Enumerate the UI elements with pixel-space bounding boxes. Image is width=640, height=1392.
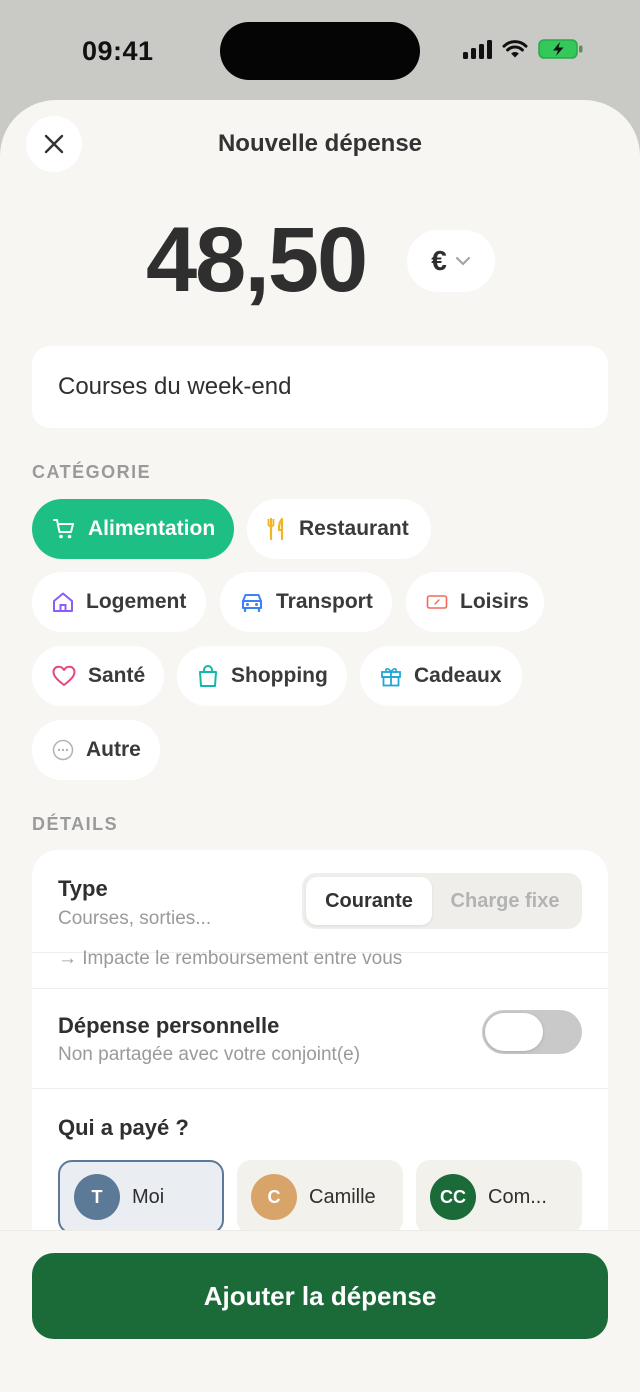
payer-option-commun[interactable]: CC Com... bbox=[416, 1160, 582, 1234]
type-option-courante[interactable]: Courante bbox=[306, 877, 432, 925]
category-chip-autre[interactable]: Autre bbox=[32, 720, 160, 780]
category-chip-sante[interactable]: Santé bbox=[32, 646, 164, 706]
chevron-down-icon bbox=[455, 256, 470, 266]
toggle-knob bbox=[485, 1013, 543, 1051]
description-text: Courses du week-end bbox=[58, 373, 292, 400]
category-chip-cadeaux[interactable]: Cadeaux bbox=[360, 646, 522, 706]
category-chip-label: Autre bbox=[86, 738, 141, 761]
category-chip-restaurant[interactable]: Restaurant bbox=[247, 499, 431, 559]
type-title: Type bbox=[58, 876, 108, 901]
divider bbox=[32, 988, 608, 989]
payer-title: Qui a payé ? bbox=[58, 1115, 189, 1140]
category-chip-logement[interactable]: Logement bbox=[32, 572, 206, 632]
type-subtitle: Courses, sorties... bbox=[58, 908, 212, 929]
avatar: C bbox=[251, 1174, 297, 1220]
personal-expense-toggle[interactable] bbox=[482, 1010, 582, 1054]
category-chip-label: Santé bbox=[88, 664, 146, 687]
wifi-icon bbox=[502, 40, 528, 58]
details-section-label: DÉTAILS bbox=[32, 814, 119, 834]
status-time: 09:41 bbox=[82, 36, 154, 66]
new-expense-sheet: Nouvelle dépense 48,50 € Courses du week… bbox=[0, 100, 640, 1392]
heart-icon bbox=[52, 665, 76, 686]
cutlery-icon bbox=[267, 517, 284, 541]
payer-option-moi[interactable]: T Moi bbox=[58, 1160, 224, 1234]
ticket-icon bbox=[426, 595, 448, 609]
payer-option-camille[interactable]: C Camille bbox=[237, 1160, 403, 1234]
category-chip-alimentation[interactable]: Alimentation bbox=[32, 499, 234, 559]
currency-selector[interactable]: € bbox=[407, 230, 495, 292]
type-hint: → Impacte le remboursement entre vous bbox=[58, 948, 403, 969]
battery-charging-icon bbox=[538, 39, 583, 59]
type-option-charge-fixe[interactable]: Charge fixe bbox=[432, 877, 578, 925]
avatar: CC bbox=[430, 1174, 476, 1220]
page-title: Nouvelle dépense bbox=[217, 130, 423, 157]
bottom-action-bar: Ajouter la dépense bbox=[0, 1230, 640, 1392]
add-expense-button[interactable]: Ajouter la dépense bbox=[32, 1253, 608, 1339]
category-chip-label: Logement bbox=[86, 590, 187, 613]
gift-icon bbox=[381, 668, 401, 687]
bag-icon bbox=[199, 665, 217, 687]
type-segmented-control: Courante Charge fixe bbox=[302, 873, 582, 929]
personal-expense-title: Dépense personnelle bbox=[58, 1013, 280, 1038]
category-chip-label: Transport bbox=[276, 590, 373, 613]
cart-icon bbox=[53, 519, 74, 539]
category-chip-transport[interactable]: Transport bbox=[220, 572, 392, 632]
category-chip-label: Loisirs bbox=[460, 590, 529, 613]
payer-name: Camille bbox=[309, 1185, 376, 1208]
house-icon bbox=[53, 592, 73, 612]
category-chip-label: Shopping bbox=[231, 664, 328, 687]
details-card: Type Courses, sorties... Courante Charge… bbox=[32, 850, 608, 1270]
category-chip-label: Restaurant bbox=[299, 517, 409, 540]
status-icons bbox=[463, 38, 584, 60]
payer-name: Com... bbox=[488, 1185, 547, 1208]
divider bbox=[32, 1088, 608, 1089]
category-chip-label: Alimentation bbox=[88, 517, 216, 540]
status-bar: 09:41 bbox=[0, 0, 640, 100]
category-chip-shopping[interactable]: Shopping bbox=[177, 646, 347, 706]
cellular-signal-icon bbox=[463, 39, 492, 59]
dots-icon bbox=[52, 739, 74, 761]
description-input[interactable]: Courses du week-end bbox=[32, 346, 608, 428]
car-icon bbox=[242, 594, 262, 612]
category-chip-label: Cadeaux bbox=[414, 664, 502, 687]
payer-name: Moi bbox=[132, 1185, 165, 1208]
dynamic-island bbox=[220, 22, 420, 80]
avatar: T bbox=[74, 1174, 120, 1220]
category-chip-loisirs[interactable]: Loisirs bbox=[406, 572, 544, 632]
currency-symbol: € bbox=[431, 245, 447, 276]
amount-value[interactable]: 48,50 bbox=[146, 208, 368, 313]
category-section-label: CATÉGORIE bbox=[32, 462, 152, 482]
personal-expense-subtitle: Non partagée avec votre conjoint(e) bbox=[58, 1044, 361, 1065]
